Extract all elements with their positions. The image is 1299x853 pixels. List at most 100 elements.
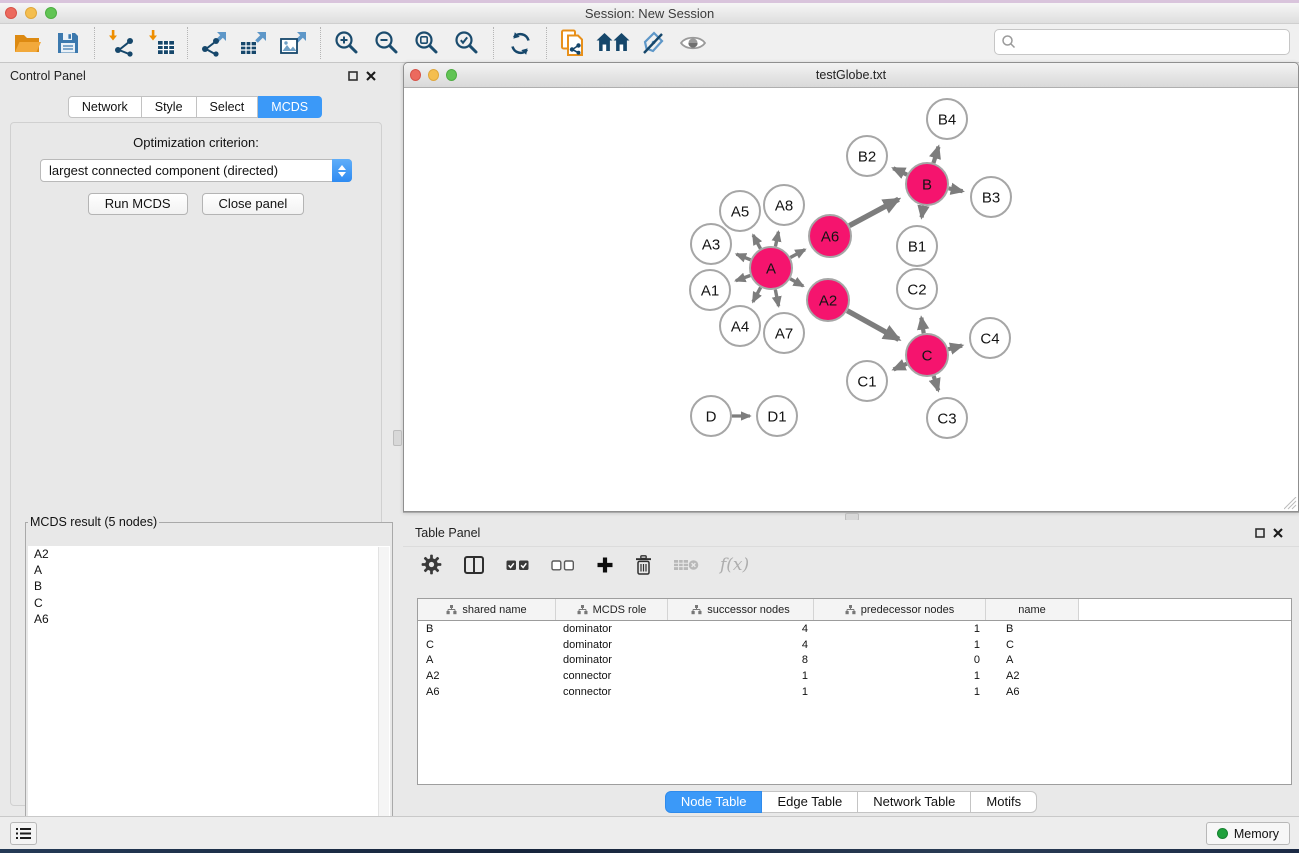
graph-edge[interactable] [753, 235, 760, 249]
table-cell[interactable]: 1 [668, 670, 814, 682]
zoom-fit-button[interactable] [407, 26, 447, 60]
vertical-splitter-handle[interactable] [393, 430, 402, 446]
optimization-criterion-select[interactable]: largest connected component (directed) [40, 159, 352, 182]
clear-table-button[interactable] [673, 557, 699, 573]
import-network-button[interactable] [101, 26, 141, 60]
table-cell[interactable]: dominator [556, 654, 668, 666]
float-panel-button[interactable] [344, 68, 362, 84]
function-builder-button[interactable]: f(x) [720, 555, 749, 575]
resize-grip[interactable] [1284, 497, 1297, 510]
table-cell[interactable]: 1 [668, 686, 814, 698]
table-cell[interactable]: B [986, 623, 1079, 635]
apply-layout-button[interactable] [500, 26, 540, 60]
close-panel-button-mcds[interactable]: Close panel [202, 193, 305, 215]
show-columns-button[interactable] [463, 555, 485, 575]
graph-edge[interactable] [933, 147, 938, 163]
mcds-result-item[interactable]: B [28, 578, 390, 594]
network-canvas[interactable]: B4B2BB3B1A5A8A6A3AA1A4A7A2C2C4CC1C3DD1 [404, 88, 1298, 511]
table-cell[interactable]: A2 [986, 670, 1079, 682]
table-settings-button[interactable] [421, 554, 442, 575]
export-table-button[interactable] [234, 26, 274, 60]
table-cell[interactable]: dominator [556, 623, 668, 635]
open-session-button[interactable] [8, 26, 48, 60]
table-cell[interactable]: connector [556, 686, 668, 698]
toggle-annotations-button[interactable] [633, 26, 673, 60]
graph-edge[interactable] [790, 279, 803, 286]
table-cell[interactable]: 1 [814, 623, 986, 635]
mcds-result-item[interactable]: C [28, 595, 390, 611]
node-table[interactable]: shared nameMCDS rolesuccessor nodesprede… [417, 598, 1292, 785]
table-cell[interactable]: A [418, 654, 556, 666]
graph-edge[interactable] [775, 290, 778, 307]
mcds-result-item[interactable]: A6 [28, 611, 390, 627]
table-cell[interactable]: 1 [814, 670, 986, 682]
export-image-button[interactable] [274, 26, 314, 60]
table-row[interactable]: Adominator80A [418, 653, 1291, 669]
memory-button[interactable]: Memory [1206, 822, 1290, 845]
graph-edge[interactable] [753, 287, 761, 301]
mcds-result-list[interactable]: A2ABCA6 [28, 546, 390, 853]
graph-edge[interactable] [849, 199, 898, 225]
graph-edge[interactable] [894, 364, 907, 370]
table-row[interactable]: Cdominator41C [418, 637, 1291, 653]
tab-network-table[interactable]: Network Table [858, 791, 971, 813]
graph-edge[interactable] [736, 275, 750, 280]
task-history-button[interactable] [10, 822, 37, 845]
graph-edge[interactable] [934, 376, 939, 390]
delete-row-button[interactable] [635, 555, 652, 575]
table-cell[interactable]: B [418, 623, 556, 635]
table-cell[interactable]: dominator [556, 639, 668, 651]
tab-edge-table[interactable]: Edge Table [762, 791, 858, 813]
table-cell[interactable]: 4 [668, 623, 814, 635]
search-field[interactable] [994, 29, 1290, 55]
tab-network[interactable]: Network [68, 96, 142, 118]
table-cell[interactable]: 1 [814, 686, 986, 698]
graph-edge[interactable] [893, 168, 907, 174]
tab-motifs[interactable]: Motifs [971, 791, 1037, 813]
zoom-out-button[interactable] [367, 26, 407, 60]
table-row[interactable]: Bdominator41B [418, 621, 1291, 637]
graph-edge[interactable] [847, 311, 899, 340]
graph-edge[interactable] [949, 188, 963, 191]
run-mcds-button[interactable]: Run MCDS [88, 193, 188, 215]
network-window-titlebar[interactable]: testGlobe.txt [404, 63, 1298, 88]
mcds-result-item[interactable]: A [28, 562, 390, 578]
table-row[interactable]: A6connector11A6 [418, 684, 1291, 700]
table-cell[interactable]: A2 [418, 670, 556, 682]
column-header[interactable]: successor nodes [668, 599, 814, 620]
table-row[interactable]: A2connector11A2 [418, 668, 1291, 684]
table-cell[interactable]: 8 [668, 654, 814, 666]
column-header[interactable]: MCDS role [556, 599, 668, 620]
column-header[interactable]: predecessor nodes [814, 599, 986, 620]
search-input[interactable] [1017, 35, 1283, 49]
home-button[interactable] [593, 26, 633, 60]
export-network-button[interactable] [194, 26, 234, 60]
toggle-view-button[interactable] [673, 26, 713, 60]
tab-mcds[interactable]: MCDS [258, 96, 322, 118]
select-all-button[interactable] [506, 559, 530, 571]
save-session-button[interactable] [48, 26, 88, 60]
column-header[interactable]: name [986, 599, 1079, 620]
float-table-panel-button[interactable] [1251, 525, 1269, 541]
tab-select[interactable]: Select [197, 96, 259, 118]
graph-edge[interactable] [736, 254, 750, 260]
zoom-in-button[interactable] [327, 26, 367, 60]
graph-edge[interactable] [775, 232, 778, 247]
clone-network-button[interactable] [553, 26, 593, 60]
graph-edge[interactable] [922, 206, 924, 218]
graph-edge[interactable] [790, 250, 805, 258]
tab-style[interactable]: Style [142, 96, 197, 118]
close-table-panel-button[interactable] [1269, 525, 1287, 541]
table-cell[interactable]: 0 [814, 654, 986, 666]
table-cell[interactable]: 4 [668, 639, 814, 651]
column-header[interactable]: shared name [418, 599, 556, 620]
table-cell[interactable]: 1 [814, 639, 986, 651]
graph-edge[interactable] [948, 346, 962, 350]
table-cell[interactable]: C [418, 639, 556, 651]
table-cell[interactable]: A6 [986, 686, 1079, 698]
tab-node-table[interactable]: Node Table [665, 791, 763, 813]
deselect-all-button[interactable] [551, 559, 575, 571]
table-cell[interactable]: A6 [418, 686, 556, 698]
table-cell[interactable]: A [986, 654, 1079, 666]
mcds-result-item[interactable]: A2 [28, 546, 390, 562]
